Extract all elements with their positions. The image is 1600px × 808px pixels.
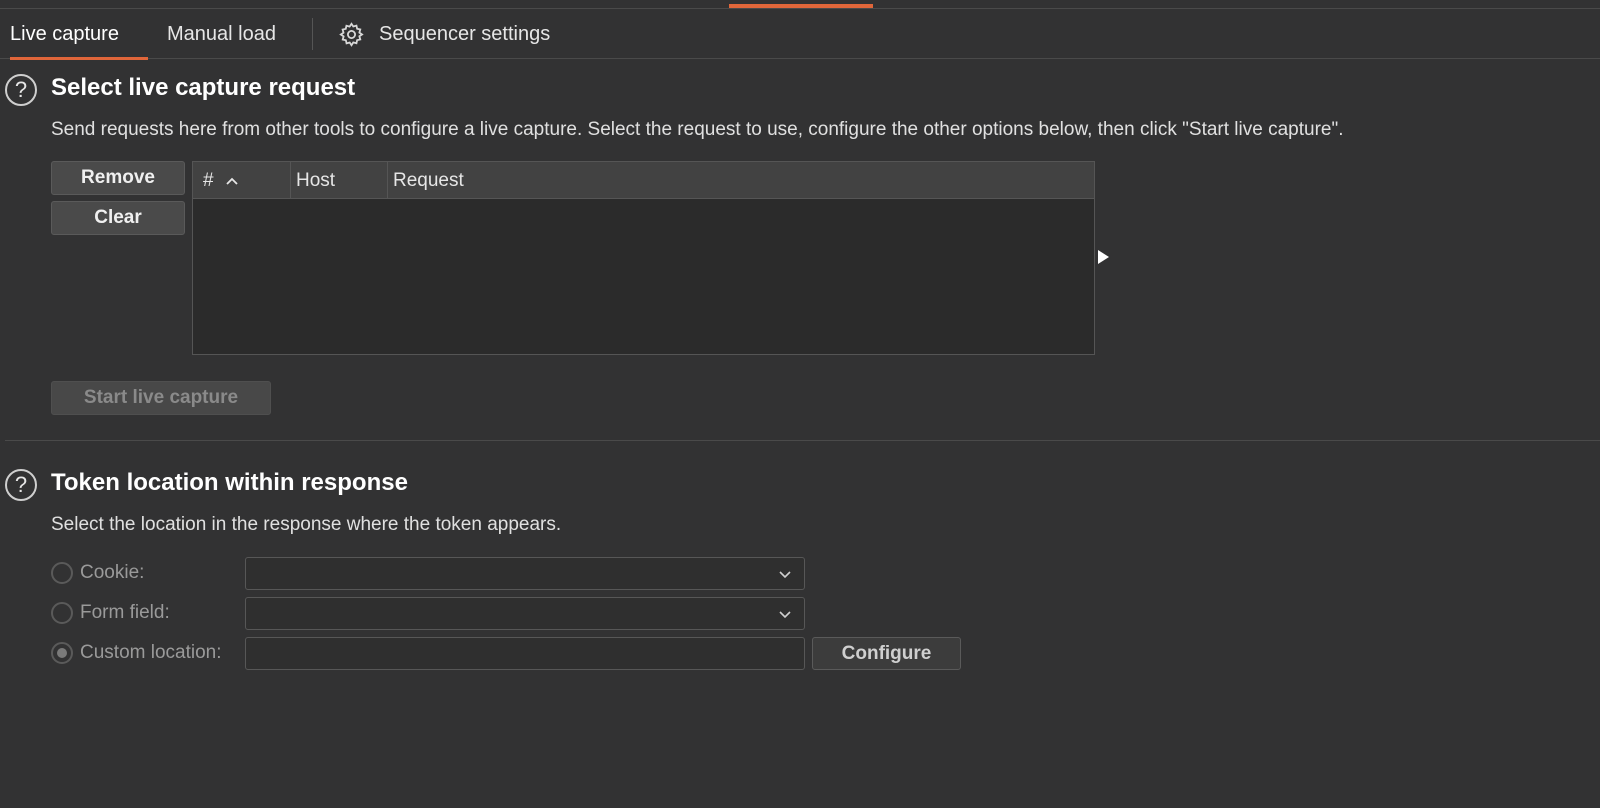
tab-manual-load-label: Manual load [167, 23, 276, 45]
tab-separator [312, 18, 313, 50]
section-title-token-location: Token location within response [51, 469, 408, 496]
configure-button[interactable]: Configure [812, 637, 961, 670]
chevron-down-icon [779, 611, 791, 619]
column-header-request-label: Request [393, 170, 464, 191]
sub-tab-bar: Live capture Manual load Sequencer setti… [0, 12, 1600, 60]
cookie-radio[interactable] [51, 562, 73, 584]
remove-button[interactable]: Remove [51, 161, 185, 195]
section-description-token-location: Select the location in the response wher… [51, 514, 562, 535]
column-header-host-label: Host [296, 170, 336, 191]
custom-location-label: Custom location: [80, 642, 222, 663]
chevron-up-icon [226, 177, 238, 185]
request-table-header: # Host Request [193, 162, 1094, 199]
column-header-request[interactable]: Request [388, 162, 1093, 198]
form-field-radio[interactable] [51, 602, 73, 624]
tab-manual-load[interactable]: Manual load [167, 12, 276, 59]
column-header-number[interactable]: # [193, 162, 291, 198]
column-header-host[interactable]: Host [291, 162, 388, 198]
custom-location-radio[interactable] [51, 642, 73, 664]
top-tab-strip [0, 0, 1600, 9]
cookie-select[interactable] [245, 557, 805, 590]
form-field-select[interactable] [245, 597, 805, 630]
tab-sequencer-settings-label: Sequencer settings [379, 23, 551, 45]
form-field-label: Form field: [80, 602, 170, 623]
gear-icon [339, 22, 364, 47]
request-table[interactable]: # Host Request [192, 161, 1095, 355]
chevron-down-icon [779, 571, 791, 579]
tab-live-capture-label: Live capture [10, 23, 119, 45]
help-circle-icon[interactable]: ? [5, 74, 37, 106]
active-parent-tab-indicator [729, 4, 873, 8]
clear-button[interactable]: Clear [51, 201, 185, 235]
cookie-label: Cookie: [80, 562, 145, 583]
section-divider [5, 440, 1600, 441]
section-title-live-capture: Select live capture request [51, 74, 356, 101]
start-live-capture-button[interactable]: Start live capture [51, 381, 271, 415]
section-description-live-capture: Send requests here from other tools to c… [51, 119, 1344, 140]
triangle-right-icon[interactable] [1098, 250, 1109, 264]
help-circle-icon[interactable]: ? [5, 469, 37, 501]
tab-live-capture[interactable]: Live capture [10, 12, 148, 60]
custom-location-input[interactable] [245, 637, 805, 670]
column-header-number-label: # [203, 170, 214, 191]
